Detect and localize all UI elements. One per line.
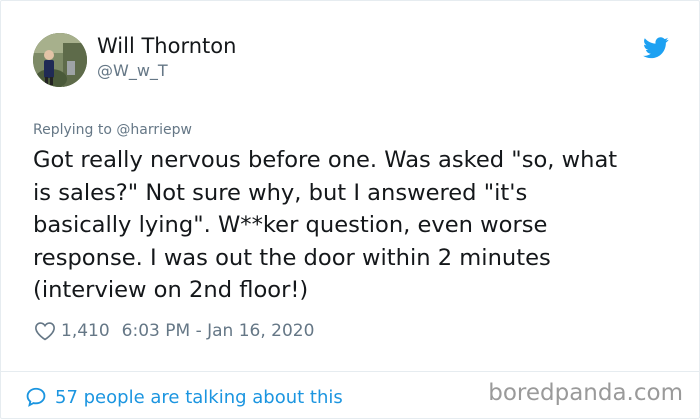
tweet-line: basically lying". W**ker question, even …	[33, 212, 548, 238]
tweet-card: Will Thornton @W_w_T Replying to @harrie…	[0, 0, 700, 419]
tweet-meta: 1,410 6:03 PM - Jan 16, 2020	[34, 319, 314, 343]
talking-label: 57 people are talking about this	[55, 386, 343, 408]
avatar-photo	[33, 33, 87, 87]
avatar[interactable]	[33, 33, 87, 87]
divider	[1, 371, 700, 372]
replying-to[interactable]: Replying to @harriepw	[33, 122, 192, 138]
tweet-text: Got really nervous before one. Was asked…	[33, 144, 673, 307]
speech-bubble-icon	[26, 387, 46, 407]
tweet-line: Got really nervous before one. Was asked…	[33, 147, 618, 173]
heart-icon[interactable]	[34, 320, 56, 342]
like-count[interactable]: 1,410	[61, 321, 110, 341]
user-handle[interactable]: @W_w_T	[97, 61, 168, 80]
tweet-line: is sales?" Not sure why, but I answered …	[33, 179, 528, 206]
conversation-link[interactable]: 57 people are talking about this	[25, 384, 343, 410]
tweet-line: response. I was out the door within 2 mi…	[33, 244, 551, 271]
watermark: boredpanda.com	[488, 380, 683, 406]
display-name[interactable]: Will Thornton	[97, 34, 236, 58]
timestamp[interactable]: 6:03 PM - Jan 16, 2020	[122, 321, 315, 341]
tweet-line: (interview on 2nd floor!)	[33, 277, 309, 303]
twitter-bird-icon[interactable]	[643, 37, 669, 59]
